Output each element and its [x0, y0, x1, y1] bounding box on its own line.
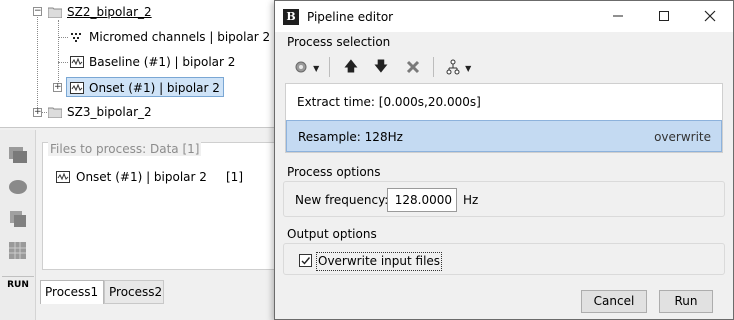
process-toolbar [0, 130, 36, 320]
recordings-icon[interactable] [7, 144, 29, 166]
close-icon [704, 10, 716, 22]
run-button[interactable]: Run [659, 290, 713, 313]
process-item-label: Resample: 128Hz [298, 130, 403, 144]
pipeline-toolbar: ▼ 🡅 🡇 ▼ [285, 55, 723, 81]
process-item-label: Extract time: [0.000s,20.000s] [297, 95, 481, 109]
cancel-button[interactable]: Cancel [581, 290, 647, 313]
window-title: Pipeline editor [307, 10, 394, 24]
minimize-icon [613, 15, 623, 17]
process-item-extract-time[interactable]: Extract time: [0.000s,20.000s] [286, 86, 722, 118]
tree-node-label: SZ3_bipolar_2 [67, 105, 152, 119]
tree-node-label: SZ2_bipolar_2 [67, 5, 152, 19]
overwrite-checkbox-label[interactable]: Overwrite input files [316, 252, 443, 271]
expand-toggle[interactable]: + [53, 83, 62, 92]
file-row-label: Onset (#1) | bipolar 2 [76, 170, 207, 184]
process-options-label: Process options [287, 165, 381, 179]
tab-process1[interactable]: Process1 [40, 280, 104, 304]
tree-guide [58, 37, 68, 38]
files-panel-title: Files to process: Data [1] [48, 142, 202, 156]
maximize-button[interactable] [641, 1, 687, 32]
output-options-label: Output options [287, 227, 377, 241]
tree-node-label: Baseline (#1) | bipolar 2 [89, 55, 236, 69]
file-row-count: [1] [226, 170, 243, 184]
overwrite-checkbox[interactable] [299, 254, 312, 267]
process-selection-label: Process selection [287, 35, 391, 49]
arrow-up-icon: 🡅 [343, 59, 359, 75]
arrow-down-icon: 🡇 [373, 59, 389, 75]
delete-x-icon [406, 60, 420, 74]
new-frequency-unit: Hz [463, 193, 479, 207]
database-tree: − SZ2_bipolar_2 Micromed channels | bipo… [0, 0, 280, 128]
process-item-resample[interactable]: Resample: 128Hz overwrite [286, 120, 722, 152]
title-bar: B Pipeline editor [275, 1, 733, 32]
tree-guide [58, 20, 59, 88]
brain-icon[interactable] [7, 176, 29, 198]
add-process-button[interactable]: ▼ [289, 55, 323, 79]
process-overwrite-flag: overwrite [654, 130, 711, 144]
maximize-icon [659, 11, 669, 21]
hierarchy-icon [446, 59, 460, 75]
move-down-button[interactable]: 🡇 [369, 55, 393, 79]
tree-node-onset[interactable]: Onset (#1) | bipolar 2 [66, 77, 224, 97]
tree-guide [58, 62, 68, 63]
file-row[interactable]: Onset (#1) | bipolar 2 [56, 168, 207, 186]
signal-icon [70, 80, 84, 94]
move-up-button[interactable]: 🡅 [339, 55, 363, 79]
tree-node-baseline[interactable]: Baseline (#1) | bipolar 2 [70, 52, 235, 72]
expand-toggle[interactable]: + [33, 108, 42, 117]
process-list: Extract time: [0.000s,20.000s] Resample:… [285, 83, 723, 153]
tree-node-sz2[interactable]: SZ2_bipolar_2 [47, 2, 152, 22]
tree-guide [37, 12, 38, 112]
tree-node-sz3[interactable]: SZ3_bipolar_2 [47, 102, 152, 122]
run-button[interactable]: RUN [2, 276, 34, 290]
toolbar-separator [433, 57, 434, 77]
tree-node-label: Onset (#1) | bipolar 2 [89, 81, 220, 95]
collapse-toggle[interactable]: − [33, 7, 42, 16]
chevron-down-icon: ▼ [465, 64, 472, 73]
gear-icon [295, 61, 307, 73]
signal-icon [70, 54, 84, 68]
toolbar-separator [329, 57, 330, 77]
tab-process2[interactable]: Process2 [104, 280, 164, 304]
folder-icon [47, 4, 63, 19]
minimize-button[interactable] [595, 1, 641, 32]
files-panel [42, 142, 282, 270]
delete-process-button[interactable] [401, 55, 425, 79]
close-button[interactable] [687, 1, 733, 32]
brainstorm-app-icon: B [283, 9, 299, 25]
tree-node-channels[interactable]: Micromed channels | bipolar 2 [70, 27, 270, 47]
signal-icon [56, 170, 70, 183]
pipeline-menu-button[interactable]: ▼ [441, 55, 475, 79]
new-frequency-input[interactable] [387, 188, 457, 212]
matrix-icon[interactable] [7, 240, 29, 262]
new-frequency-label: New frequency: [295, 193, 389, 207]
tree-node-label: Micromed channels | bipolar 2 [89, 30, 271, 44]
sources-icon[interactable] [7, 208, 29, 230]
chevron-down-icon: ▼ [313, 64, 320, 73]
folder-icon [47, 104, 63, 119]
pipeline-editor-dialog: B Pipeline editor Process selection ▼ 🡅 … [274, 0, 734, 320]
channels-icon [70, 29, 84, 42]
checkmark-icon [301, 257, 311, 265]
